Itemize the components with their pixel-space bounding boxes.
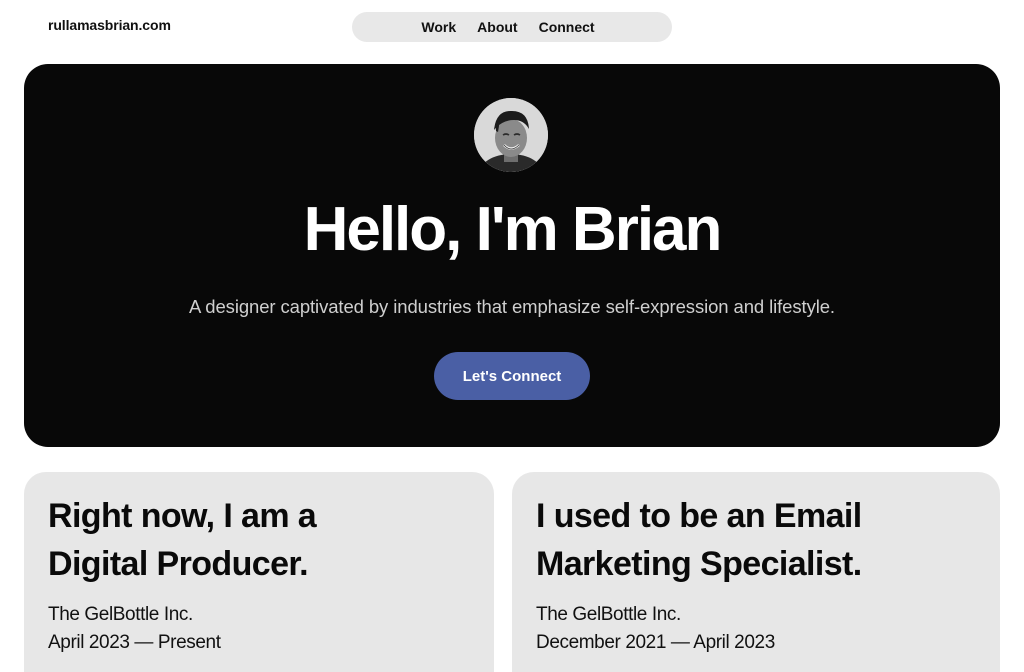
current-role-heading-line-2: Digital Producer. bbox=[48, 545, 309, 583]
previous-role-heading-line-1: I used to be an Email bbox=[536, 497, 862, 535]
current-role-company: The GelBottle Inc. bbox=[48, 604, 193, 625]
hero-subtitle: A designer captivated by industries that… bbox=[189, 296, 835, 317]
current-role-heading: Right now, I am a Digital Producer. bbox=[48, 492, 317, 588]
nav-link-connect[interactable]: Connect bbox=[539, 19, 595, 35]
hero-section: Hello, I'm Brian A designer captivated b… bbox=[24, 64, 1000, 447]
previous-role-card: I used to be an Email Marketing Speciali… bbox=[512, 472, 1000, 672]
avatar bbox=[474, 98, 548, 172]
site-logo-link[interactable]: rullamasbrian.com bbox=[48, 17, 171, 33]
avatar-portrait-image bbox=[474, 98, 548, 172]
previous-role-dates: December 2021 — April 2023 bbox=[536, 632, 775, 653]
current-role-dates: April 2023 — Present bbox=[48, 632, 221, 653]
previous-role-company: The GelBottle Inc. bbox=[536, 604, 681, 625]
current-role-card: Right now, I am a Digital Producer. The … bbox=[24, 472, 494, 672]
main-nav: Work About Connect bbox=[352, 12, 672, 42]
site-header: rullamasbrian.com Work About Connect bbox=[0, 0, 1024, 52]
previous-role-heading: I used to be an Email Marketing Speciali… bbox=[536, 492, 862, 588]
nav-link-work[interactable]: Work bbox=[421, 19, 456, 35]
previous-role-heading-line-2: Marketing Specialist. bbox=[536, 545, 862, 583]
hero-title: Hello, I'm Brian bbox=[303, 195, 723, 264]
current-role-heading-line-1: Right now, I am a bbox=[48, 497, 317, 535]
lets-connect-button[interactable]: Let's Connect bbox=[434, 352, 590, 400]
nav-link-about[interactable]: About bbox=[477, 19, 517, 35]
